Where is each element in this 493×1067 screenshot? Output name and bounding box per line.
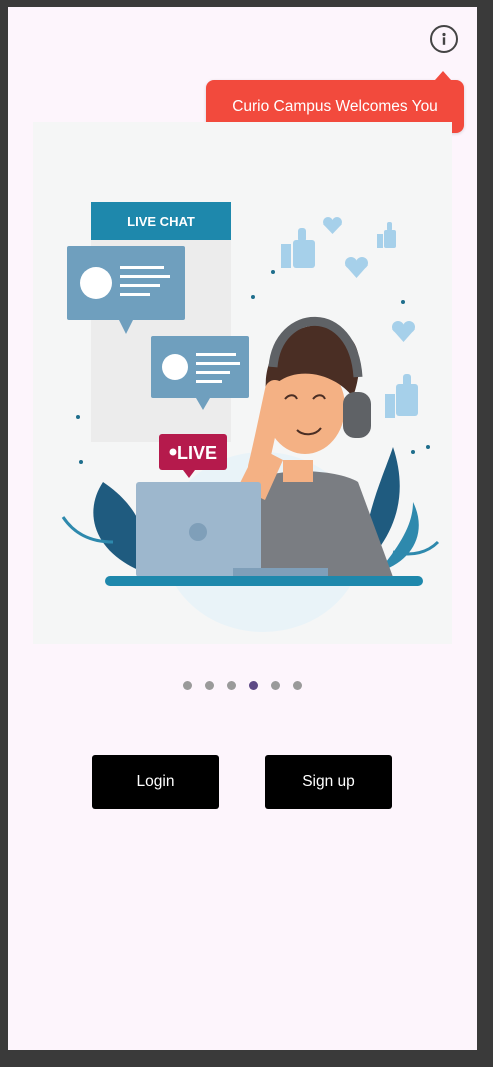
carousel-dot[interactable] [205, 681, 214, 690]
carousel-dot[interactable] [183, 681, 192, 690]
heart-icon [323, 217, 342, 234]
desk [105, 576, 423, 586]
login-button[interactable]: Login [92, 755, 219, 809]
live-badge-text: LIVE [177, 443, 217, 463]
carousel-dot[interactable] [271, 681, 280, 690]
carousel-dot[interactable] [293, 681, 302, 690]
carousel-dot-active[interactable] [249, 681, 258, 690]
chat-bubble-2-avatar [162, 354, 188, 380]
signup-button-label: Sign up [302, 773, 355, 790]
thumbs-up-icon [281, 228, 315, 268]
carousel-dot[interactable] [227, 681, 236, 690]
chat-banner-text: LIVE CHAT [127, 214, 195, 229]
app-screen: Curio Campus Welcomes You LIVE CHAT LIVE… [8, 7, 477, 1050]
info-icon[interactable] [430, 25, 458, 53]
chat-bubble-1-avatar [80, 267, 112, 299]
carousel-indicators [183, 681, 302, 690]
hero-illustration: LIVE CHAT LIVE [33, 122, 452, 644]
signup-button[interactable]: Sign up [265, 755, 392, 809]
welcome-tooltip-text: Curio Campus Welcomes You [232, 97, 438, 115]
login-button-label: Login [136, 773, 175, 790]
